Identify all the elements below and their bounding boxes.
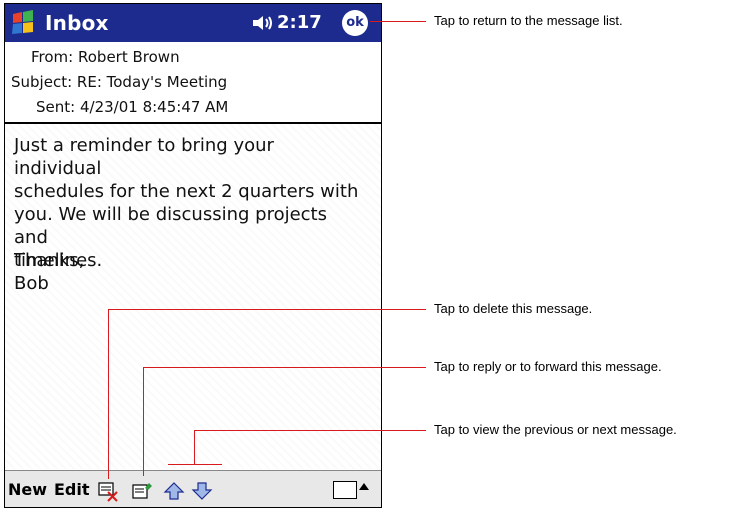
edit-menu[interactable]: Edit xyxy=(54,480,90,499)
input-panel-arrow-icon[interactable] xyxy=(359,483,369,490)
message-body[interactable]: Just a reminder to bring your individual… xyxy=(5,124,381,469)
sent-row: Sent: 4/23/01 8:45:47 AM xyxy=(36,98,228,116)
previous-message-icon[interactable] xyxy=(163,480,185,502)
callout-line-navigate xyxy=(194,430,426,431)
speaker-icon[interactable] xyxy=(251,13,275,33)
subject-row: Subject: RE: Today's Meeting xyxy=(11,73,227,91)
callout-navigate-text: Tap to view the previous or next message… xyxy=(434,422,677,437)
subject-value: RE: Today's Meeting xyxy=(76,73,228,91)
callout-reply-text: Tap to reply or to forward this message. xyxy=(434,359,662,374)
callout-line-navigate-vertical xyxy=(194,430,195,464)
callout-delete-text: Tap to delete this message. xyxy=(434,301,593,316)
callout-line-ok xyxy=(370,21,426,22)
sent-value: 4/23/01 8:45:47 AM xyxy=(79,98,229,116)
callout-line-reply-vertical xyxy=(143,367,144,476)
sent-label: Sent: xyxy=(36,98,76,116)
from-value: Robert Brown xyxy=(78,48,180,66)
closing-text: Thanks, xyxy=(14,250,85,271)
windows-start-icon[interactable] xyxy=(8,8,38,38)
next-message-icon[interactable] xyxy=(191,480,213,502)
command-bar: New Edit xyxy=(5,470,381,507)
body-line: you. We will be discussing projects and xyxy=(14,204,327,248)
keyboard-icon[interactable] xyxy=(333,481,357,499)
reply-forward-icon[interactable] xyxy=(131,480,153,502)
callout-line-reply xyxy=(143,367,426,368)
subject-label: Subject: xyxy=(11,73,73,91)
callout-line-delete-vertical xyxy=(108,309,109,479)
body-line: schedules for the next 2 quarters with xyxy=(14,181,359,202)
callout-line-delete xyxy=(108,309,426,310)
clock-time[interactable]: 2:17 xyxy=(277,12,322,33)
new-menu[interactable]: New xyxy=(8,480,47,499)
signature-text: Bob xyxy=(14,273,49,294)
body-line: Just a reminder to bring your individual xyxy=(14,135,274,179)
ok-button[interactable]: ok xyxy=(342,10,368,36)
from-row: From: Robert Brown xyxy=(31,48,180,66)
pocket-pc-screen: Inbox 2:17 ok From: Robert Brown Subject… xyxy=(4,3,382,508)
message-header: From: Robert Brown Subject: RE: Today's … xyxy=(5,42,381,124)
delete-message-icon[interactable] xyxy=(97,480,119,502)
callout-ok-text: Tap to return to the message list. xyxy=(434,13,623,28)
title-bar: Inbox 2:17 ok xyxy=(5,4,381,42)
callout-line-navigate-bracket xyxy=(168,464,222,465)
window-title: Inbox xyxy=(45,11,109,35)
from-label: From: xyxy=(31,48,74,66)
